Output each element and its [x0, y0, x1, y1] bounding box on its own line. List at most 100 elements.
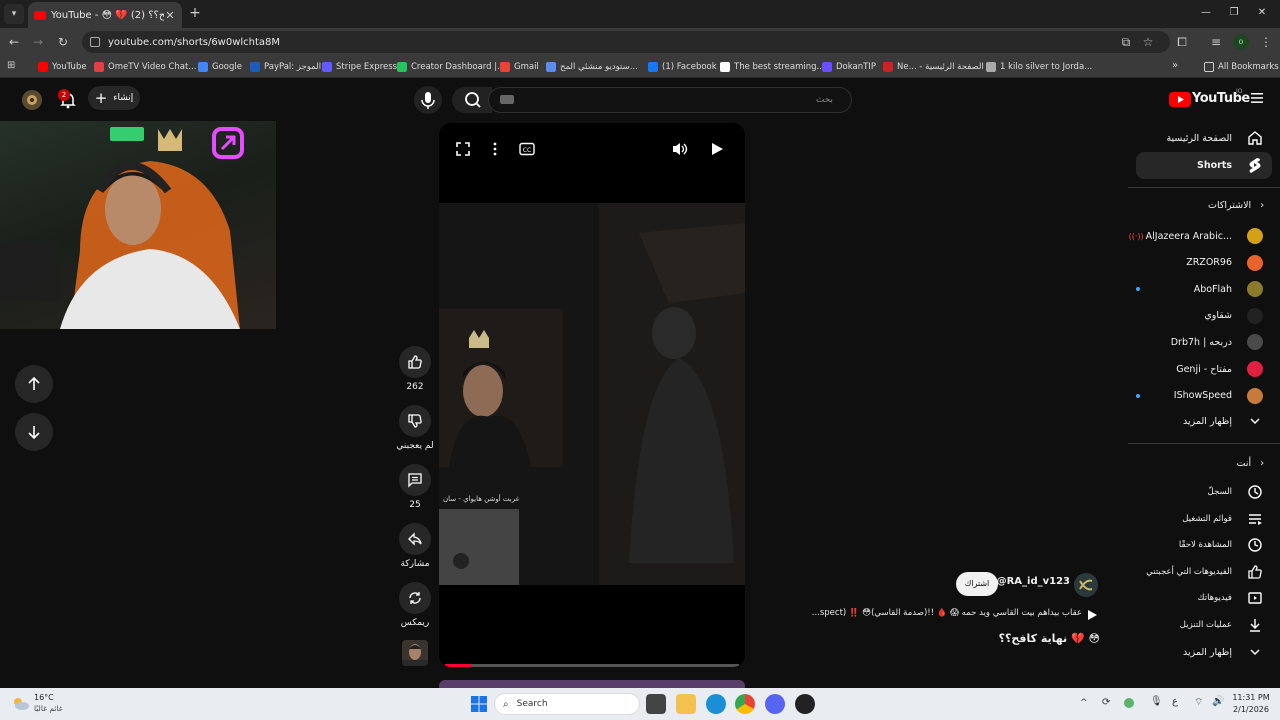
sidebar-show-more-you[interactable]: إظهار المزيد	[1126, 641, 1264, 663]
voice-search-button[interactable]	[414, 86, 442, 114]
active-tab[interactable]: YouTube - 😳 💔 (2) نهاية كافح؟؟ ✕	[28, 2, 182, 28]
wifi-icon[interactable]: ⌔	[1194, 696, 1203, 709]
sync-icon[interactable]: ⟳	[1102, 697, 1110, 708]
subscribe-button[interactable]: اشتراك	[956, 572, 998, 596]
you-header[interactable]: أنت ›	[1130, 458, 1264, 469]
chrome-icon[interactable]	[735, 694, 755, 714]
captions-icon[interactable]: CC	[519, 142, 535, 156]
tab-search-dropdown-icon[interactable]: ▾	[4, 4, 24, 24]
video-progress-bar[interactable]	[445, 664, 739, 667]
previous-short-button[interactable]	[15, 365, 53, 403]
microphone-tray-icon[interactable]: 🎙	[1150, 696, 1163, 707]
forward-icon[interactable]: →	[30, 34, 46, 50]
reload-icon[interactable]: ↻	[55, 34, 71, 50]
sidebar-you-item[interactable]: فيديوهاتك	[1126, 587, 1264, 609]
bookmark-item[interactable]: OmeTV Video Chat...	[94, 60, 196, 74]
bookmark-item[interactable]: Gmail	[500, 60, 539, 74]
subscriptions-header[interactable]: الاشتراكات ›	[1130, 200, 1264, 211]
windows-start-icon[interactable]	[470, 695, 488, 713]
sidebar-you-item[interactable]: السجلّ	[1126, 481, 1264, 503]
dislike-button[interactable]	[399, 405, 431, 437]
account-avatar[interactable]	[22, 90, 42, 110]
bookmark-item[interactable]: Ne... - الصفحة الرئيسية	[883, 60, 984, 74]
channel-handle[interactable]: @RA_id_v123	[990, 576, 1070, 587]
sidebar-you-item[interactable]: الفيديوهات التي أعجبتني	[1126, 561, 1264, 583]
bookmark-item[interactable]: Stripe Express	[322, 60, 397, 74]
minimize-icon[interactable]: —	[1196, 4, 1216, 22]
channel-avatar[interactable]	[1074, 573, 1098, 597]
task-view-icon[interactable]	[646, 694, 666, 714]
search-button[interactable]	[452, 87, 492, 113]
media-control-icon[interactable]: ≡	[1208, 34, 1224, 50]
more-options-icon[interactable]	[487, 141, 503, 157]
like-button[interactable]	[399, 346, 431, 378]
discord-icon[interactable]	[765, 694, 785, 714]
sidebar-you-item[interactable]: المشاهدة لاحقًا	[1126, 534, 1264, 556]
comments-button[interactable]	[399, 464, 431, 496]
bookmark-item[interactable]: DokanTIP	[822, 60, 876, 74]
bookmark-item[interactable]: Creator Dashboard |...	[397, 60, 505, 74]
bookmark-item[interactable]: PayPal: الموجز	[250, 60, 321, 74]
browser-menu-icon[interactable]: ⋮	[1258, 34, 1274, 50]
tray-expand-icon[interactable]: ^	[1080, 698, 1088, 708]
bookmark-item[interactable]: YouTube	[38, 60, 87, 74]
keyboard-icon[interactable]	[500, 95, 514, 104]
file-explorer-icon[interactable]	[676, 694, 696, 714]
bookmark-item[interactable]: ستوديو منشئي المح...	[546, 60, 638, 74]
share-button[interactable]	[399, 523, 431, 555]
sidebar-item-shorts[interactable]: Shorts	[1126, 154, 1264, 176]
description-play-icon[interactable]	[1086, 609, 1098, 621]
next-short-button[interactable]	[15, 413, 53, 451]
profile-avatar[interactable]: o	[1233, 34, 1249, 50]
clock-date[interactable]: 2/1/2026	[1230, 705, 1272, 714]
sidebar-you-item[interactable]: عمليات التنزيل	[1126, 614, 1264, 636]
weather-icon[interactable]	[10, 695, 30, 711]
play-icon[interactable]	[709, 141, 725, 157]
volume-icon[interactable]	[671, 141, 689, 157]
video-description[interactable]: ...spect) ‼️ 😳(صدمة القاسي)!! 🩸 😱 عقاب ب…	[760, 608, 1082, 618]
sidebar-channel-item[interactable]: ((·)) AlJazeera Arabic...	[1126, 225, 1264, 247]
extensions-icon[interactable]: ⧠	[1174, 34, 1190, 50]
bookmark-item[interactable]: (1) Facebook	[648, 60, 717, 74]
clock-time[interactable]: 11:31 PM	[1230, 693, 1272, 702]
sidebar-item-home[interactable]: الصفحة الرئيسية	[1126, 127, 1264, 149]
guide-menu-icon[interactable]	[1250, 92, 1264, 104]
bookmark-item[interactable]: 1 kilo silver to Jorda...	[986, 60, 1092, 74]
apps-grid-icon[interactable]: ⊞	[7, 60, 19, 72]
short-video-player[interactable]: غربت أوشن هايواي - سان CC	[439, 123, 745, 667]
sidebar-show-more-subscriptions[interactable]: إظهار المزيد	[1126, 410, 1264, 432]
tray-app-icon[interactable]	[1124, 698, 1134, 708]
close-tab-icon[interactable]: ✕	[164, 9, 176, 22]
edge-icon[interactable]	[706, 694, 726, 714]
language-indicator[interactable]: ع	[1172, 696, 1178, 707]
sidebar-channel-item[interactable]: ZRZOR96	[1126, 252, 1264, 274]
bookmark-item[interactable]: The best streaming...	[720, 60, 825, 74]
bookmark-item[interactable]: Google	[198, 60, 242, 74]
bookmark-star-icon[interactable]: ☆	[1140, 34, 1156, 50]
site-info-icon[interactable]	[90, 37, 100, 47]
back-icon[interactable]: ←	[6, 34, 22, 50]
sidebar-channel-item[interactable]: IShowSpeed	[1126, 385, 1264, 407]
sidebar-you-item[interactable]: قوائم التشغيل	[1126, 508, 1264, 530]
new-tab-icon[interactable]: +	[186, 4, 204, 22]
speaker-icon[interactable]: 🔊	[1212, 696, 1224, 707]
youtube-logo-icon[interactable]	[1169, 92, 1191, 107]
sound-thumbnail[interactable]	[402, 640, 428, 666]
fullscreen-icon[interactable]	[455, 141, 471, 157]
sidebar-channel-item[interactable]: شقاوي	[1126, 305, 1264, 327]
more-bookmarks-icon[interactable]: »	[1172, 60, 1178, 71]
restore-icon[interactable]: ❐	[1224, 4, 1244, 22]
install-app-icon[interactable]: ⧉	[1118, 34, 1134, 50]
taskbar-search-box[interactable]: ⌕ Search	[494, 693, 640, 715]
obs-icon[interactable]	[795, 694, 815, 714]
sidebar-channel-item[interactable]: Genji - مفتاح	[1126, 358, 1264, 380]
close-window-icon[interactable]: ✕	[1252, 4, 1272, 22]
sidebar-channel-item[interactable]: Drb7h | دربحه	[1126, 331, 1264, 353]
sidebar-channel-item[interactable]: AboFlah	[1126, 278, 1264, 300]
remix-button[interactable]	[399, 582, 431, 614]
address-bar[interactable]: youtube.com/shorts/6w0wlchta8M	[82, 31, 1170, 53]
all-bookmarks-button[interactable]: All Bookmarks	[1204, 60, 1279, 74]
search-input[interactable]: بحث	[488, 87, 852, 113]
next-short-preview[interactable]	[439, 680, 745, 688]
create-button[interactable]: + إنشاء	[88, 86, 140, 110]
